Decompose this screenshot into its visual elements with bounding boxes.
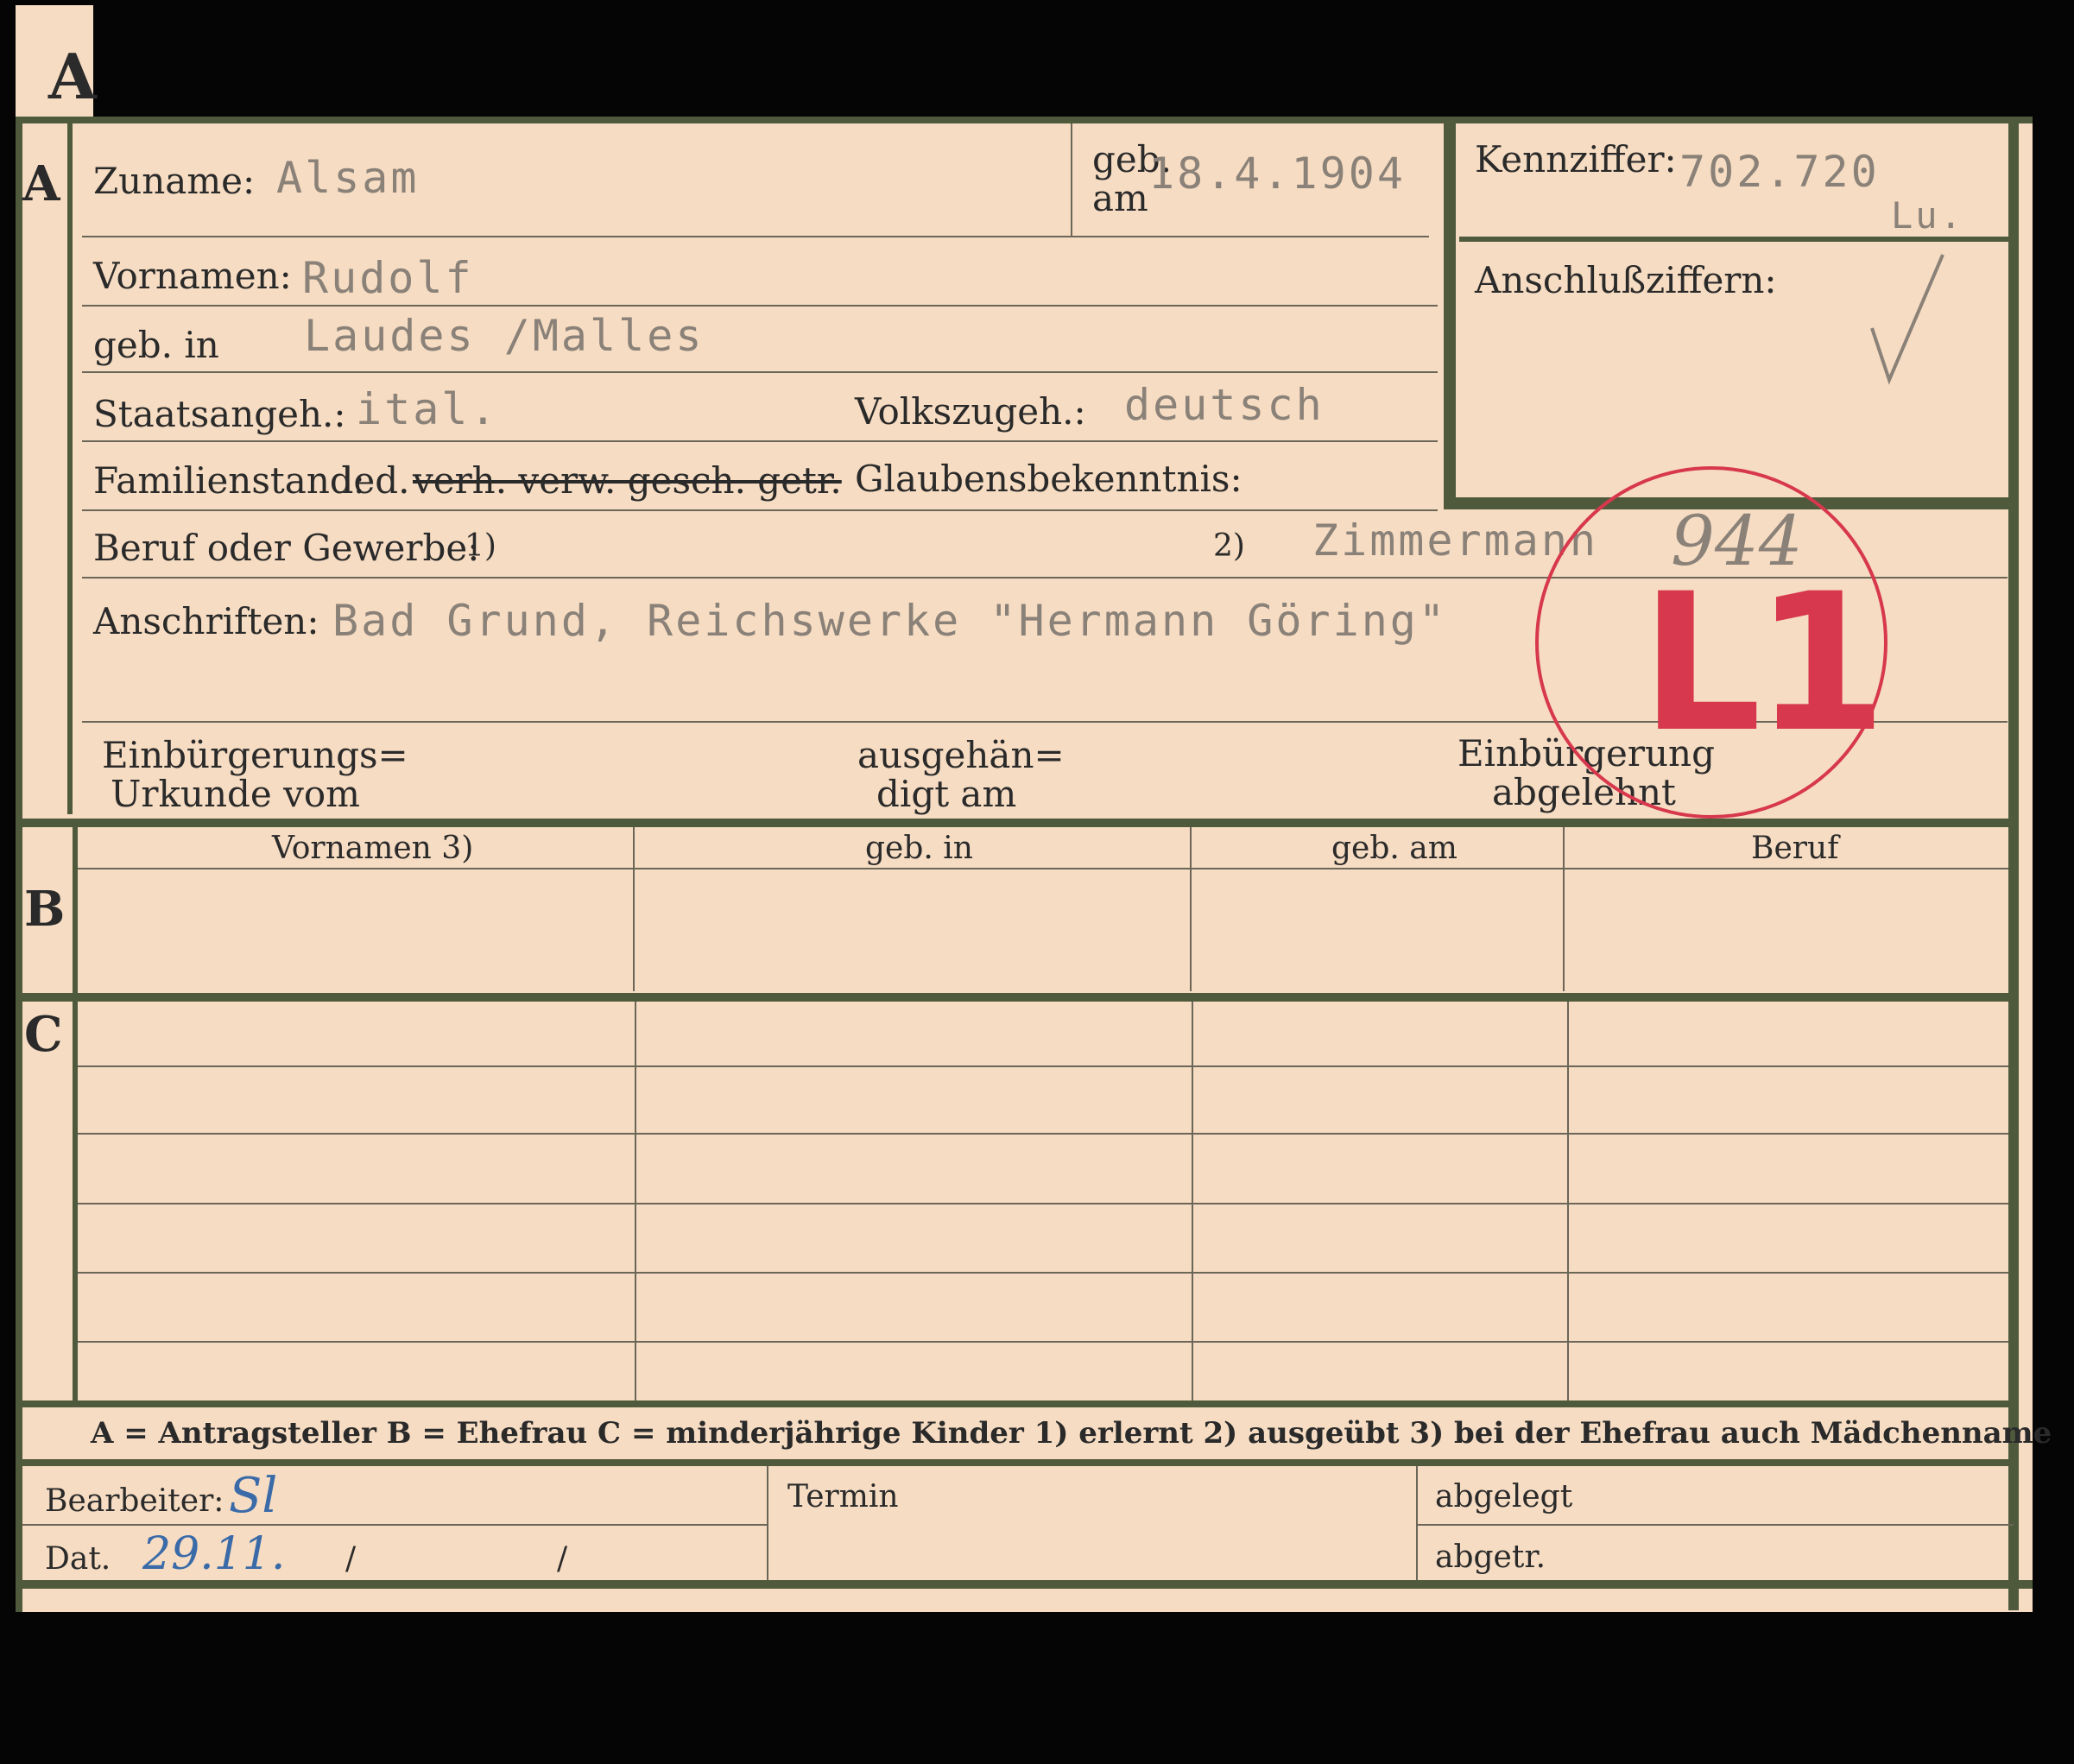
b-col-divider-3: [1563, 827, 1565, 991]
rule-a4: [82, 440, 1438, 442]
label-anschriften: Anschriften:: [93, 600, 319, 642]
label-anschlussziffern: Anschlußziffern:: [1475, 259, 1777, 301]
value-geb-in: Laudes /Malles: [304, 311, 705, 361]
stamp-text: L1: [1641, 553, 1887, 774]
card-border-top: [16, 117, 2033, 123]
c-row-rule-4: [78, 1272, 2008, 1274]
label-vornamen: Vornamen:: [93, 255, 292, 297]
label-ausgehaendigt-2: digt am: [876, 773, 1017, 815]
handwritten-dat: 29.11.: [142, 1528, 286, 1580]
label-staatsangeh: Staatsangeh.:: [93, 393, 346, 435]
label-dat-slash-1: /: [345, 1541, 357, 1577]
value-anschriften: Bad Grund, Reichswerke "Hermann Göring": [332, 596, 1447, 646]
label-abgelegt: abgelegt: [1435, 1479, 1573, 1514]
c-row-rule-2: [78, 1133, 2008, 1135]
section-c-legend-divider: [22, 1400, 2013, 1407]
label-beruf-note1: 1): [465, 528, 496, 564]
kennziffer-box-left: [1444, 123, 1456, 503]
rule-a3: [82, 371, 1438, 373]
label-kennziffer: Kennziffer:: [1475, 138, 1677, 180]
label-beruf: Beruf oder Gewerbe:: [93, 527, 480, 569]
b-header-rule: [78, 868, 2008, 869]
label-dat: Dat.: [45, 1541, 111, 1577]
card-border-right: [2008, 117, 2019, 1610]
rule-a5: [82, 509, 1438, 511]
label-ausgehaendigt-1: ausgehän=: [857, 734, 1065, 776]
label-einbuergerung-2: Urkunde vom: [111, 773, 360, 815]
b-col-divider-1: [633, 827, 635, 991]
section-letter-a: A: [22, 155, 60, 212]
value-vornamen: Rudolf: [302, 253, 474, 303]
value-zuname: Alsam: [276, 153, 420, 203]
value-kennziffer-suffix: Lu.: [1891, 194, 1964, 237]
label-geb-in: geb. in: [93, 324, 219, 366]
tab-letter: A: [48, 40, 97, 113]
c-row-rule-5: [78, 1341, 2008, 1343]
value-volkszugeh: deutsch: [1124, 380, 1325, 430]
value-beruf: Zimmermann: [1312, 515, 1599, 566]
section-letter-b: B: [24, 881, 66, 938]
label-termin: Termin: [787, 1479, 899, 1514]
label-fam-led: led.: [342, 459, 410, 502]
section-bc-inner-left: [73, 827, 78, 1404]
b-header-beruf: Beruf: [1751, 831, 1839, 866]
section-bc-divider: [22, 993, 2013, 1002]
legend: A = Antragsteller B = Ehefrau C = minder…: [91, 1416, 2052, 1451]
label-beruf-note2: 2): [1213, 528, 1245, 564]
kennziffer-box-divider: [1459, 237, 2012, 242]
b-header-vornamen: Vornamen 3): [272, 831, 474, 866]
rule-geb-am-divider: [1071, 123, 1072, 236]
section-ab-divider: [22, 819, 2013, 827]
legend-footer-divider: [22, 1459, 2013, 1466]
rule-a2: [82, 305, 1438, 307]
label-fam-struck: verh. verw. gesch. getr.: [413, 459, 842, 502]
c-row-rule-1: [78, 1065, 2008, 1067]
label-zuname: Zuname:: [93, 160, 256, 202]
value-staatsangeh: ital.: [356, 384, 499, 434]
label-abgetr: abgetr.: [1435, 1540, 1546, 1575]
value-kennziffer: 702.720: [1679, 147, 1880, 197]
label-einbuergerung-1: Einbürgerungs=: [102, 734, 408, 776]
value-geb-am: 18.4.1904: [1148, 149, 1406, 199]
pencil-number: 944: [1671, 501, 1803, 581]
label-familienstand: Familienstand:: [93, 459, 365, 502]
section-letter-c: C: [24, 1006, 63, 1063]
b-col-divider-2: [1190, 827, 1192, 991]
handwritten-bearbeiter: Sl: [229, 1468, 278, 1524]
c-row-rule-3: [78, 1203, 2008, 1204]
footer-divider-1: [767, 1466, 768, 1580]
rule-a1: [82, 236, 1429, 237]
label-glaubensbekenntnis: Glaubensbekenntnis:: [855, 458, 1243, 500]
footer-rule-left: [22, 1524, 767, 1526]
b-header-geb-am: geb. am: [1331, 831, 1457, 866]
card-border-left: [16, 117, 22, 1612]
label-bearbeiter: Bearbeiter:: [45, 1483, 224, 1519]
label-volkszugeh: Volkszugeh.:: [855, 390, 1086, 433]
label-geb-am-2: am: [1092, 177, 1148, 219]
footer-divider-2: [1416, 1466, 1418, 1580]
footer-rule-right: [1418, 1524, 2014, 1526]
card-border-bottom: [22, 1580, 2033, 1589]
b-header-geb-in: geb. in: [865, 831, 973, 866]
index-tab: A: [16, 5, 97, 126]
label-dat-slash-2: /: [557, 1541, 568, 1577]
check-mark-icon: [1870, 254, 1944, 385]
section-a-inner-left: [67, 123, 73, 814]
